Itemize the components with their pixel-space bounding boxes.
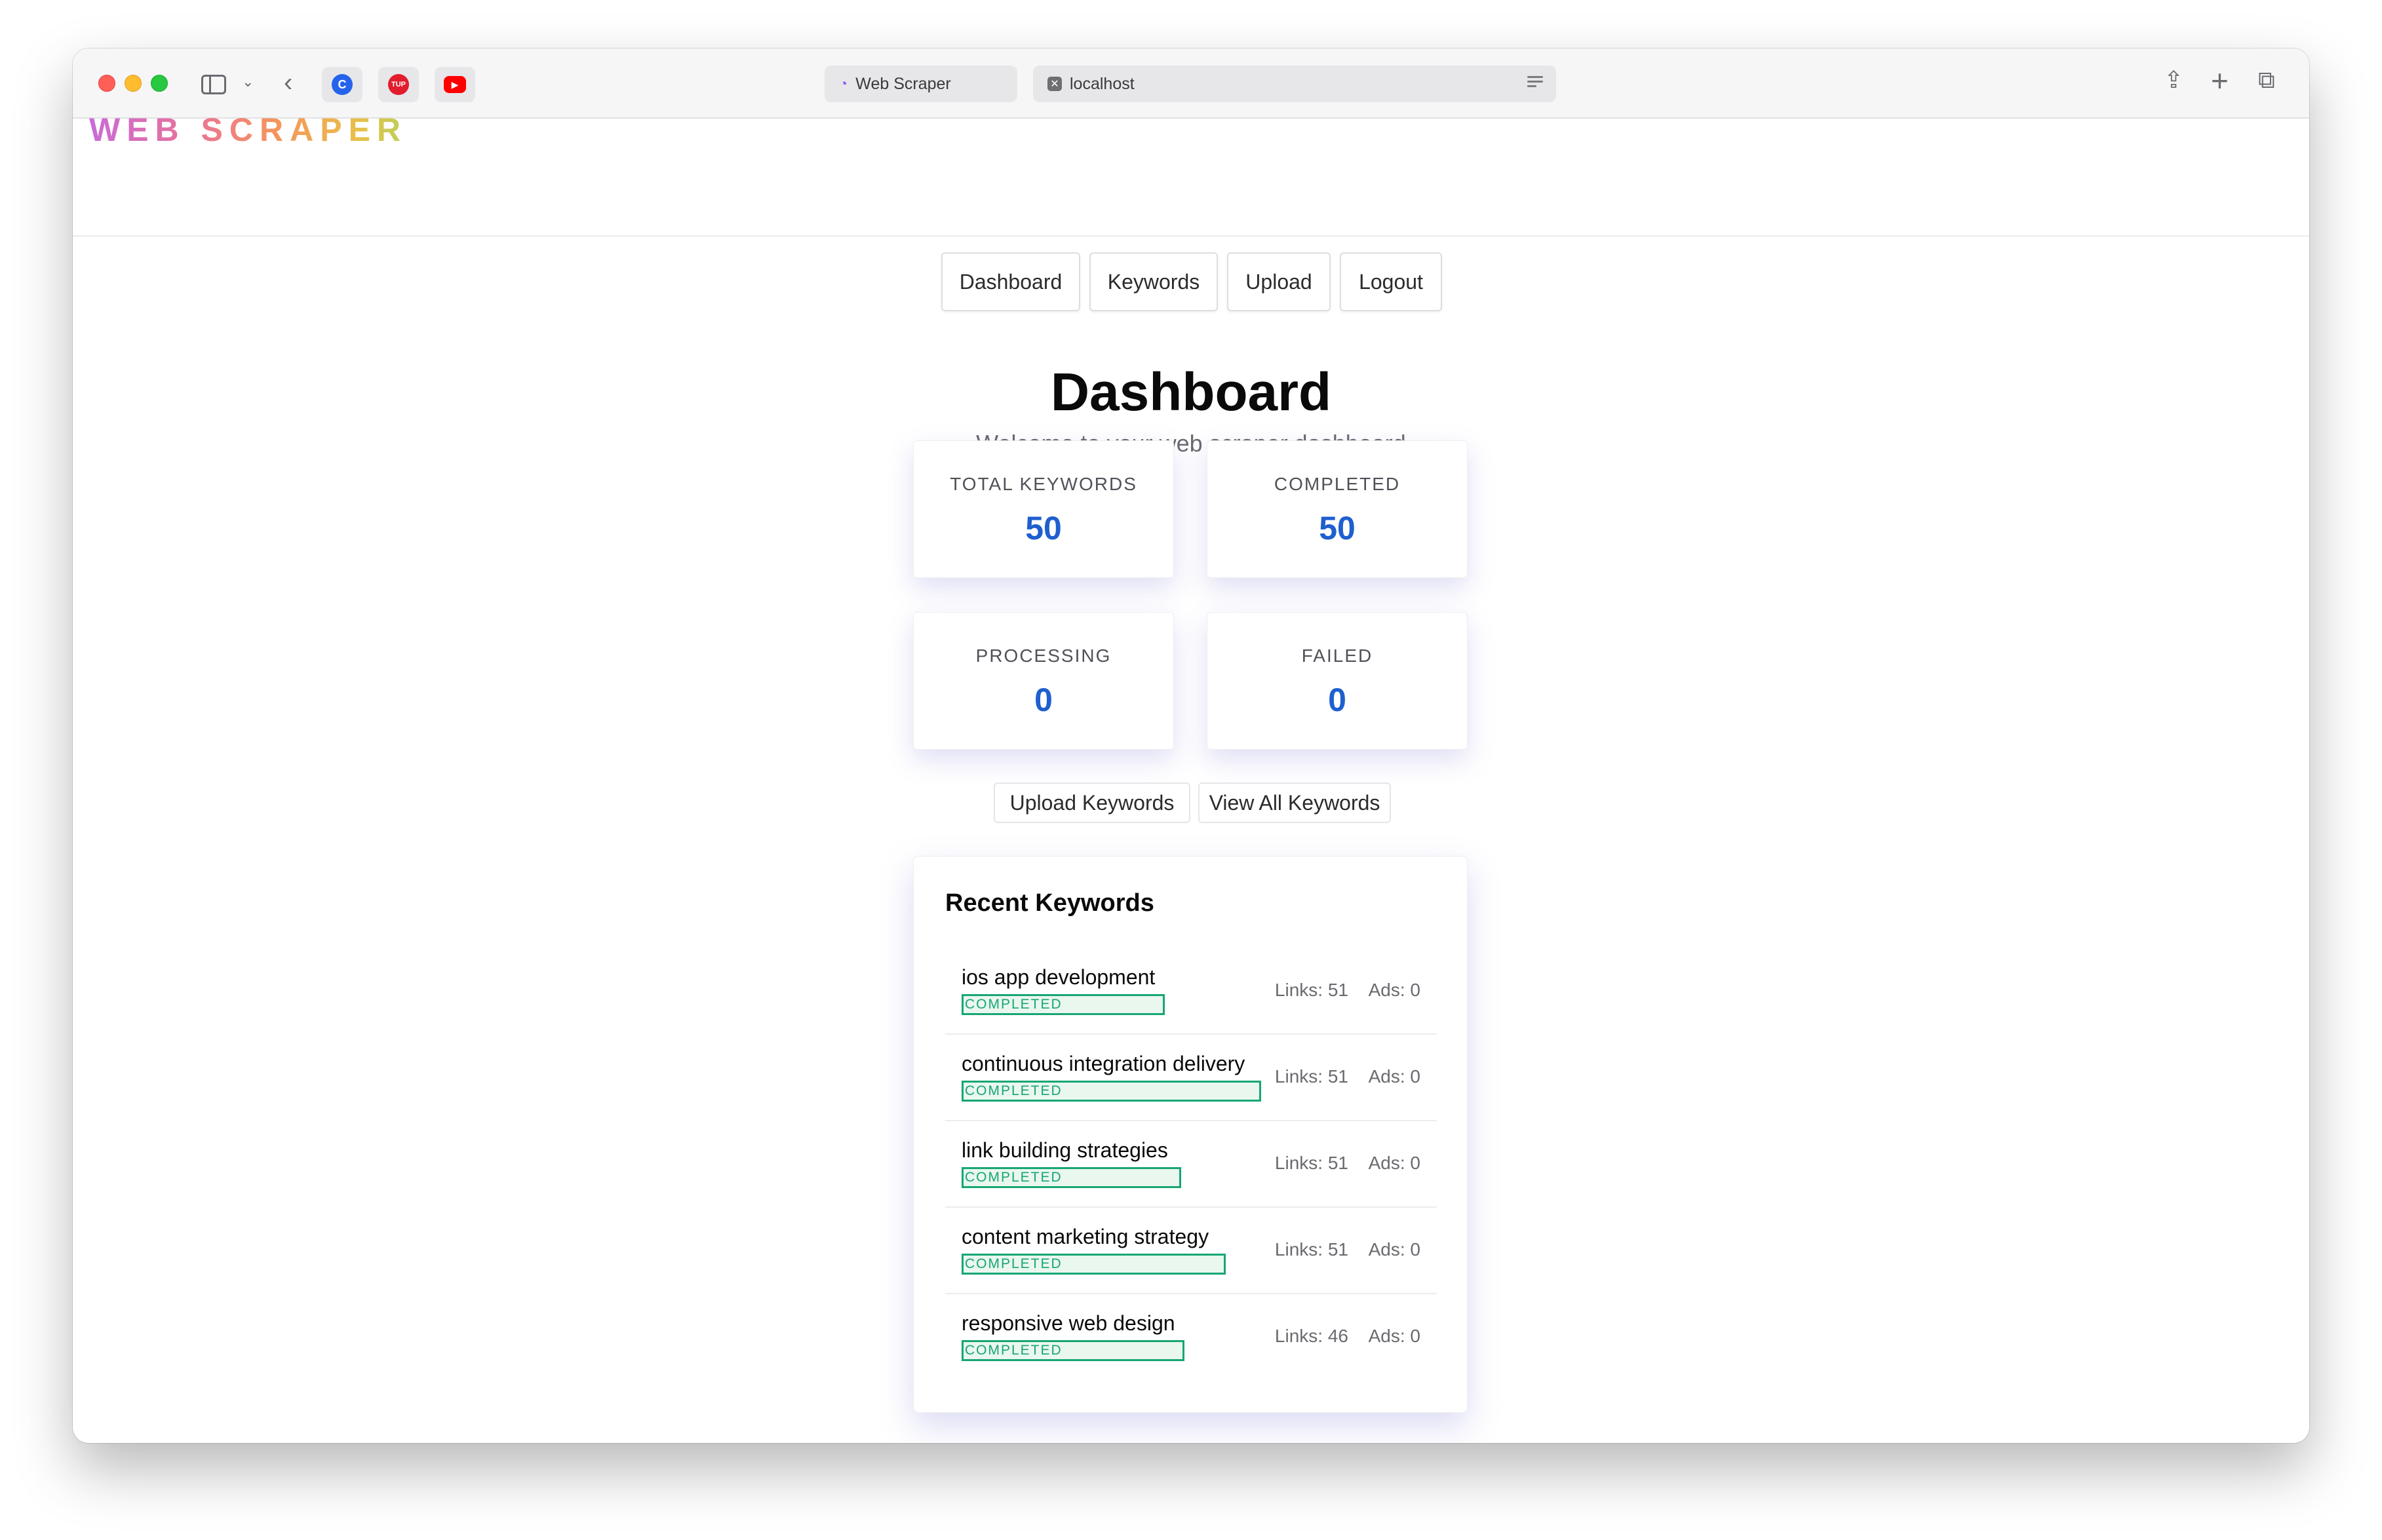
favorite-youtube[interactable]: ▶ (435, 67, 475, 102)
nav-dashboard-button[interactable]: Dashboard (941, 252, 1080, 311)
list-item[interactable]: ios app development COMPLETED Links: 51 … (945, 948, 1437, 1035)
status-badge: COMPLETED (962, 994, 1165, 1015)
stat-card-total: TOTAL KEYWORDS 50 (913, 440, 1174, 578)
nav-keywords-button[interactable]: Keywords (1089, 252, 1218, 311)
favorite-c[interactable]: C (322, 67, 362, 102)
ads-count: Ads: 0 (1368, 1326, 1420, 1346)
share-icon[interactable]: ⇪ (2164, 68, 2183, 92)
stat-card-completed: COMPLETED 50 (1207, 440, 1468, 578)
stat-value: 50 (1025, 510, 1062, 547)
status-badge: COMPLETED (962, 1340, 1184, 1361)
links-count: Links: 46 (1274, 1326, 1348, 1346)
status-badge: COMPLETED (962, 1254, 1226, 1275)
tup-favicon-icon: TUP (388, 74, 409, 95)
app-logo[interactable]: WEB SCRAPER (89, 111, 407, 149)
browser-toolbar: ⌄ ‹ C TUP ▶ ◔ Web Scraper ✕ localhost ⇪ … (73, 48, 2309, 119)
minimize-window-button[interactable] (125, 75, 142, 92)
status-badge: COMPLETED (962, 1167, 1181, 1188)
links-count: Links: 51 (1274, 1239, 1348, 1260)
spinner-icon: ◔ (839, 75, 848, 92)
stat-label: FAILED (1301, 645, 1373, 666)
tab-label: Web Scraper (855, 74, 951, 93)
close-tab-icon[interactable]: ✕ (1047, 77, 1062, 91)
list-item[interactable]: continuous integration delivery COMPLETE… (945, 1035, 1437, 1121)
chevron-down-icon[interactable]: ⌄ (242, 75, 254, 89)
upload-keywords-link[interactable]: Upload Keywords (994, 782, 1190, 823)
stat-card-processing: PROCESSING 0 (913, 612, 1174, 750)
zoom-window-button[interactable] (151, 75, 168, 92)
ads-count: Ads: 0 (1368, 1153, 1420, 1173)
stat-value: 0 (1034, 682, 1053, 718)
ads-count: Ads: 0 (1368, 1066, 1420, 1087)
list-item[interactable]: responsive web design COMPLETED Links: 4… (945, 1294, 1437, 1381)
ads-count: Ads: 0 (1368, 1239, 1420, 1260)
stat-label: COMPLETED (1274, 474, 1401, 494)
links-count: Links: 51 (1274, 1066, 1348, 1087)
ads-count: Ads: 0 (1368, 980, 1420, 1000)
list-item[interactable]: content marketing strategy COMPLETED Lin… (945, 1208, 1437, 1294)
keyword-name: link building strategies (962, 1138, 1168, 1162)
page-title: Dashboard (1050, 362, 1332, 422)
stat-value: 50 (1319, 510, 1356, 547)
keyword-name: continuous integration delivery (962, 1052, 1245, 1075)
links-count: Links: 51 (1274, 980, 1348, 1000)
keyword-name: ios app development (962, 965, 1156, 989)
keyword-name: content marketing strategy (962, 1225, 1209, 1248)
stat-label: PROCESSING (975, 645, 1112, 666)
tab-web-scraper[interactable]: ◔ Web Scraper (825, 66, 1017, 102)
app-header (73, 119, 2309, 237)
youtube-favicon-icon: ▶ (444, 76, 466, 93)
sidebar-toggle-icon[interactable] (201, 75, 226, 94)
keyword-name: responsive web design (962, 1311, 1175, 1335)
new-tab-icon[interactable]: + (2211, 66, 2229, 96)
reader-icon[interactable] (1527, 76, 1543, 92)
c-favicon-icon: C (332, 74, 353, 95)
nav-upload-button[interactable]: Upload (1227, 252, 1331, 311)
address-bar[interactable]: ✕ localhost (1033, 66, 1556, 102)
recent-keywords-title: Recent Keywords (945, 889, 1154, 917)
address-text: localhost (1070, 74, 1135, 93)
recent-keywords-card: Recent Keywords ios app development COMP… (913, 856, 1468, 1413)
list-item[interactable]: link building strategies COMPLETED Links… (945, 1121, 1437, 1208)
nav-logout-button[interactable]: Logout (1340, 252, 1442, 311)
stat-value: 0 (1328, 682, 1346, 718)
favorite-tup[interactable]: TUP (378, 67, 419, 102)
close-window-button[interactable] (98, 75, 115, 92)
stat-label: TOTAL KEYWORDS (950, 474, 1137, 494)
view-all-keywords-link[interactable]: View All Keywords (1198, 782, 1391, 823)
links-count: Links: 51 (1274, 1153, 1348, 1173)
tab-overview-icon[interactable]: ⧉ (2258, 68, 2275, 92)
status-badge: COMPLETED (962, 1081, 1261, 1102)
back-arrow-icon[interactable]: ‹ (284, 69, 292, 96)
stat-card-failed: FAILED 0 (1207, 612, 1468, 750)
browser-window: ⌄ ‹ C TUP ▶ ◔ Web Scraper ✕ localhost ⇪ … (73, 48, 2309, 1443)
page-subtitle: Welcome to your web scraper dashboard (976, 430, 1406, 457)
